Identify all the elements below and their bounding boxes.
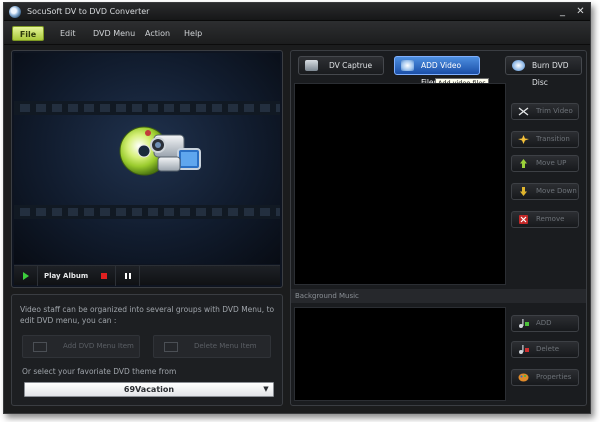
music-properties-button[interactable]: Properties xyxy=(511,369,579,386)
organize-description: Video staff can be organized into severa… xyxy=(20,305,275,325)
music-delete-icon xyxy=(519,345,529,354)
move-down-label: Move Down xyxy=(536,187,577,195)
move-down-button[interactable]: Move Down xyxy=(511,183,579,200)
close-button[interactable]: ✕ xyxy=(574,5,587,18)
theme-dropdown[interactable]: 69Vacation ▼ xyxy=(24,382,274,397)
player-controls: Play Album xyxy=(14,265,280,286)
stop-button[interactable] xyxy=(92,266,116,286)
transition-star-icon xyxy=(518,135,529,144)
burn-disc-icon xyxy=(512,60,525,71)
pause-button[interactable] xyxy=(116,266,140,286)
play-button[interactable] xyxy=(14,266,38,286)
dv-capture-button[interactable]: DV Captrue xyxy=(298,56,384,75)
stop-icon xyxy=(101,273,107,279)
minimize-button[interactable]: _ xyxy=(556,5,569,18)
menu-bar: File Edit DVD Menu Action Help xyxy=(4,21,590,45)
delete-menu-item-label: Delete Menu Item xyxy=(194,342,257,350)
title-bar: SocuSoft DV to DVD Converter _ ✕ xyxy=(4,3,590,21)
menu-edit[interactable]: Edit xyxy=(60,26,76,41)
burn-dvd-disc-label: Burn DVD Disc xyxy=(532,61,569,87)
disc-add-icon xyxy=(401,60,414,71)
trim-video-label: Trim Video xyxy=(536,107,573,115)
play-icon xyxy=(23,272,29,280)
app-disc-icon xyxy=(9,6,21,18)
arrow-up-icon xyxy=(520,159,527,168)
add-dvd-menu-item-label: Add DVD Menu Item xyxy=(63,342,134,350)
menu-file[interactable]: File xyxy=(12,26,44,41)
video-list-panel: DV Captrue ADD Video Files Burn DVD Disc… xyxy=(290,50,587,406)
delete-music-button[interactable]: Delete xyxy=(511,341,579,358)
window-title: SocuSoft DV to DVD Converter xyxy=(27,7,150,16)
add-video-files-button[interactable]: ADD Video Files xyxy=(394,56,480,87)
burn-dvd-disc-button[interactable]: Burn DVD Disc xyxy=(505,56,582,87)
pause-icon xyxy=(125,273,131,279)
preview-screen xyxy=(14,53,280,264)
dvd-menu-panel: Video staff can be organized into severa… xyxy=(11,294,283,406)
move-up-label: Move UP xyxy=(536,159,567,167)
music-properties-label: Properties xyxy=(536,373,572,381)
camcorder-icon xyxy=(305,60,318,71)
theme-prompt: Or select your favoriate DVD theme from xyxy=(22,367,177,376)
move-up-button[interactable]: Move UP xyxy=(511,155,579,172)
film-delete-icon xyxy=(164,342,178,352)
transition-button[interactable]: Transition xyxy=(511,131,579,148)
arrow-down-icon xyxy=(520,187,527,196)
menu-help[interactable]: Help xyxy=(184,26,202,41)
add-dvd-menu-item-button[interactable]: Add DVD Menu Item xyxy=(22,335,140,358)
preview-panel: Play Album xyxy=(11,50,283,288)
app-window: SocuSoft DV to DVD Converter _ ✕ File Ed… xyxy=(3,2,591,414)
film-strip-top xyxy=(14,101,280,115)
remove-label: Remove xyxy=(536,215,565,223)
remove-x-icon xyxy=(519,215,528,224)
scissors-icon xyxy=(518,107,529,116)
add-music-label: ADD xyxy=(536,319,552,327)
background-music-list[interactable] xyxy=(294,307,506,401)
music-add-icon xyxy=(519,319,529,328)
play-album-button[interactable]: Play Album xyxy=(44,266,88,286)
video-file-list[interactable] xyxy=(294,83,506,285)
background-music-label: Background Music xyxy=(291,289,586,303)
film-strip-bottom xyxy=(14,205,280,219)
trim-video-button[interactable]: Trim Video xyxy=(511,103,579,120)
menu-action[interactable]: Action xyxy=(145,26,170,41)
menu-dvd-menu[interactable]: DVD Menu xyxy=(93,26,135,41)
theme-selected-value: 69Vacation xyxy=(123,385,175,394)
add-music-button[interactable]: ADD xyxy=(511,315,579,332)
palette-icon xyxy=(518,373,529,382)
chevron-down-icon: ▼ xyxy=(263,385,269,393)
remove-button[interactable]: Remove xyxy=(511,211,579,228)
transition-label: Transition xyxy=(536,135,570,143)
delete-music-label: Delete xyxy=(536,345,559,353)
dv-camera-disc-icon xyxy=(119,126,201,176)
dv-capture-label: DV Captrue xyxy=(329,61,373,70)
film-add-icon xyxy=(33,342,47,352)
delete-menu-item-button[interactable]: Delete Menu Item xyxy=(153,335,271,358)
